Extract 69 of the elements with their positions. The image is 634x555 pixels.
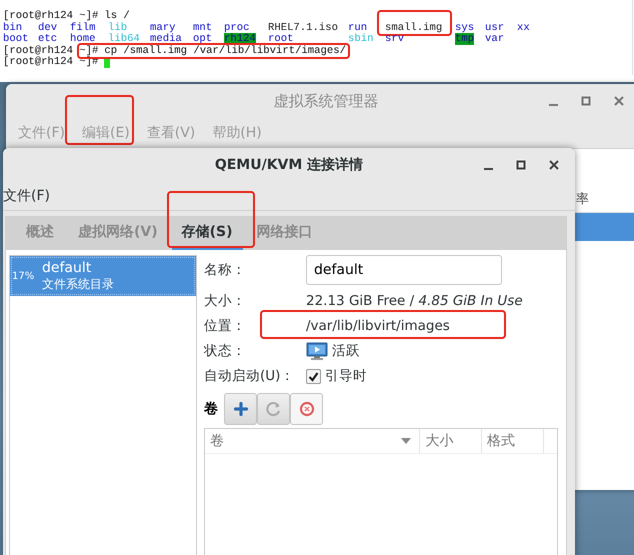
close-icon: [614, 96, 624, 106]
file-name: film: [70, 22, 96, 34]
command-text: ls /: [104, 10, 130, 22]
status-text: 活跃: [332, 342, 360, 360]
close-icon: [549, 160, 559, 170]
field-label: 自动启动(U)：: [204, 367, 296, 385]
tab[interactable]: 存储(S): [172, 217, 243, 250]
prompt-text: [root@rh124 ~]#: [3, 46, 98, 57]
checkbox[interactable]: [306, 368, 321, 384]
minimize-icon: [549, 104, 558, 106]
file-name: bin: [3, 22, 22, 34]
field-label: 位置：: [204, 317, 247, 335]
window-title: 虚拟系统管理器: [274, 92, 378, 110]
file-name: mary: [150, 22, 176, 34]
window-title: QEMU/KVM 连接详情: [214, 156, 364, 174]
file-name: home: [70, 33, 96, 46]
field-label: 状态：: [204, 342, 247, 360]
file-name: dev: [38, 22, 58, 34]
menu-item[interactable]: 文件(F): [18, 125, 65, 141]
minimize-icon: [484, 168, 493, 170]
menu-item[interactable]: 编辑(E): [82, 125, 130, 141]
tab[interactable]: 虚拟网络(V): [68, 217, 168, 250]
file-name: usr: [485, 22, 504, 34]
field-label: 名称：: [204, 261, 247, 279]
file-name: media: [150, 33, 182, 46]
menu-item[interactable]: 查看(V): [146, 125, 196, 141]
refresh-button[interactable]: [257, 393, 290, 425]
file-name: RHEL7.1.iso: [268, 22, 338, 34]
prompt-text: [root@rh124 ~]#: [3, 11, 98, 22]
menu-item[interactable]: 文件(F): [3, 187, 50, 205]
column-header[interactable]: 格式: [482, 429, 544, 453]
file-name: etc: [38, 33, 58, 46]
file-name: sbin: [348, 33, 374, 46]
command-text: cp /small.img /var/lib/libvirt/images/: [104, 44, 346, 57]
section-label: 卷: [204, 400, 218, 418]
column-header[interactable]: 卷: [205, 429, 420, 453]
menu-item[interactable]: 帮助(H): [212, 125, 262, 141]
text-cursor: [104, 58, 110, 68]
tab[interactable]: 概述: [16, 217, 64, 250]
file-name: run: [348, 22, 368, 34]
field-value: /var/lib/libvirt/images: [306, 318, 450, 334]
file-name: lib: [108, 22, 128, 34]
add-button[interactable]: [224, 393, 257, 425]
file-name: srv: [385, 33, 404, 46]
maximize-icon: [581, 96, 591, 106]
tab[interactable]: 网络接口: [246, 217, 323, 250]
refresh-icon: [266, 401, 282, 417]
file-name: xx: [517, 22, 530, 34]
checkbox-label: 引导时: [325, 367, 367, 385]
file-name: sys: [455, 22, 474, 34]
file-name: proc: [224, 22, 250, 34]
column-header[interactable]: 大小: [420, 429, 482, 453]
file-name: var: [485, 33, 504, 46]
field-label: 大小：: [204, 292, 247, 310]
name-field[interactable]: default: [306, 255, 502, 285]
checkmark-icon: [308, 370, 319, 382]
maximize-icon: [516, 160, 526, 170]
delete-icon: [298, 401, 314, 417]
file-name: small.img: [385, 22, 442, 34]
field-value: 22.13 GiB Free / 4.85 GiB In Use: [306, 293, 523, 309]
file-name: boot: [3, 33, 28, 46]
column-header[interactable]: 率: [576, 190, 589, 208]
file-name: tmp: [455, 33, 474, 46]
plus-icon: [234, 402, 248, 416]
file-name: opt: [193, 33, 212, 46]
file-name: root: [268, 33, 294, 46]
delete-button[interactable]: [290, 393, 323, 425]
file-name: mnt: [193, 22, 212, 34]
file-name: lib64: [108, 33, 140, 46]
